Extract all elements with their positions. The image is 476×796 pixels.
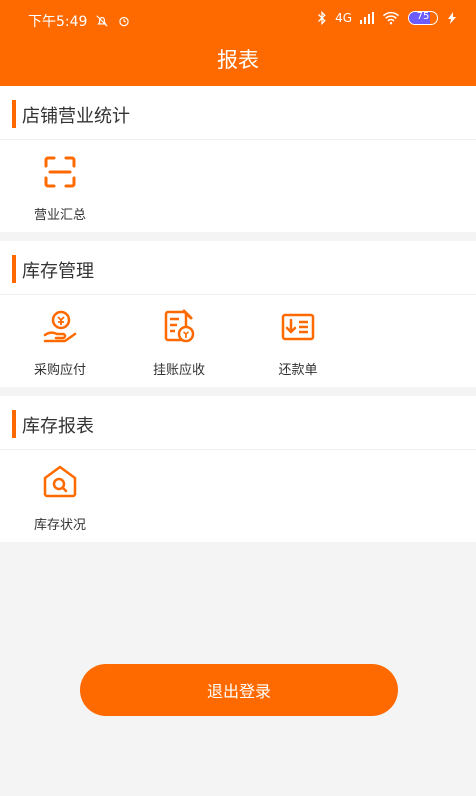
- battery-percent: 75: [416, 11, 430, 22]
- section-header: 库存管理: [0, 241, 476, 295]
- alarm-clock-icon: [119, 16, 130, 27]
- charging-icon: [448, 12, 456, 24]
- status-bar: 下午5:49 4G 75: [0, 0, 476, 36]
- scan-frame-icon: [44, 156, 76, 188]
- menu-item-purchase-payable[interactable]: 采购应付: [0, 295, 120, 387]
- section-accent-bar: [12, 100, 16, 128]
- menu-item-credit-receivable[interactable]: 挂账应收: [119, 295, 239, 387]
- menu-item-label: 还款单: [278, 363, 318, 378]
- section-title: 库存管理: [22, 261, 94, 282]
- network-type: 4G: [335, 11, 352, 25]
- status-time: 下午5:49: [28, 14, 88, 30]
- bell-muted-icon: [96, 15, 109, 27]
- section-title: 店铺营业统计: [22, 106, 130, 127]
- menu-item-label: 营业汇总: [33, 208, 86, 223]
- hand-coin-icon: [43, 310, 77, 343]
- menu-item-label: 挂账应收: [152, 363, 205, 378]
- bluetooth-icon: [318, 11, 326, 25]
- logout-button[interactable]: 退出登录: [80, 664, 398, 716]
- menu-item-label: 采购应付: [33, 363, 86, 378]
- menu-item-label: 库存状况: [33, 518, 86, 533]
- section-inventory-management: 库存管理 采购应付 挂账应收 还款单: [0, 241, 476, 387]
- ledger-coin-icon: [164, 309, 195, 343]
- wifi-icon: [382, 11, 400, 25]
- section-accent-bar: [12, 255, 16, 283]
- menu-item-inventory-status[interactable]: 库存状况: [0, 450, 120, 542]
- section-store-stats: 店铺营业统计 营业汇总: [0, 86, 476, 232]
- section-header: 店铺营业统计: [0, 86, 476, 140]
- section-title: 库存报表: [22, 416, 94, 437]
- menu-item-business-summary[interactable]: 营业汇总: [0, 140, 120, 232]
- repayment-slip-icon: [281, 313, 315, 341]
- page-title: 报表: [217, 48, 259, 72]
- section-inventory-report: 库存报表 库存状况: [0, 396, 476, 542]
- section-header: 库存报表: [0, 396, 476, 450]
- section-accent-bar: [12, 410, 16, 438]
- warehouse-search-icon: [43, 465, 77, 498]
- signal-bars-icon: [360, 12, 374, 24]
- battery-icon: 75: [408, 11, 438, 25]
- menu-item-repayment-slip[interactable]: 还款单: [238, 295, 358, 387]
